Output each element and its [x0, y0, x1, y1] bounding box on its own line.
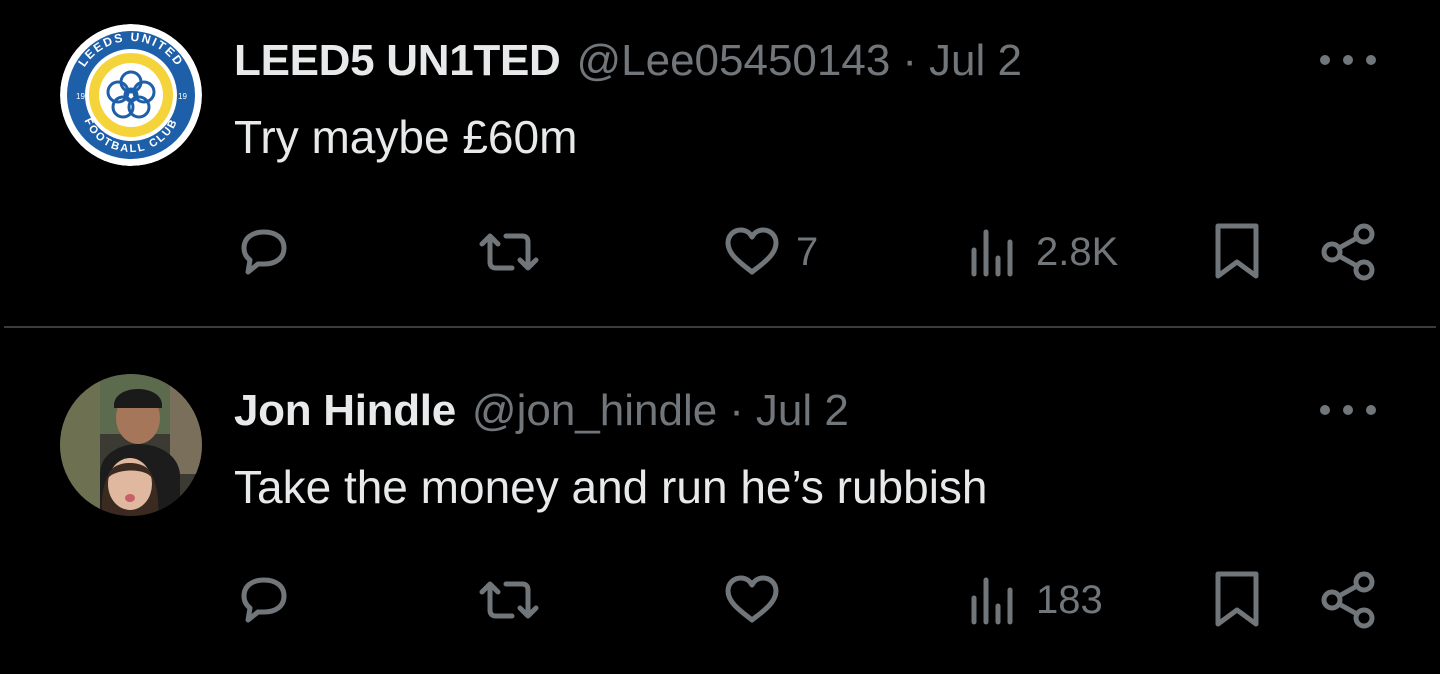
views-button[interactable]: 2.8K — [966, 222, 1118, 282]
user-handle[interactable]: @Lee05450143 — [576, 36, 890, 86]
reply-icon — [241, 229, 287, 275]
svg-text:19: 19 — [178, 92, 187, 101]
tweet-date[interactable]: Jul 2 — [929, 36, 1022, 86]
like-icon — [725, 227, 779, 275]
share-button[interactable] — [1318, 570, 1378, 630]
view-count: 183 — [1036, 577, 1103, 622]
retweet-button[interactable] — [474, 570, 558, 630]
like-button[interactable]: 7 — [722, 222, 818, 282]
profile-photo — [60, 374, 202, 516]
separator: · — [902, 36, 917, 85]
tweet[interactable]: LEEDS UNITED FOOTBALL CLUB 19 19 LEED5 U… — [0, 0, 1440, 326]
reply-icon — [241, 577, 287, 623]
reply-button[interactable] — [234, 570, 308, 630]
view-count: 2.8K — [1036, 229, 1119, 274]
tweet-text: Try maybe £60m — [234, 111, 578, 163]
user-handle[interactable]: @jon_hindle — [472, 386, 717, 436]
club-crest-image: LEEDS UNITED FOOTBALL CLUB 19 19 — [60, 24, 202, 166]
share-icon — [1321, 571, 1375, 629]
more-icon[interactable] — [1320, 400, 1376, 420]
views-button[interactable]: 183 — [966, 570, 1103, 630]
tweet[interactable]: Jon Hindle @jon_hindle · Jul 2 Take the … — [0, 330, 1440, 674]
like-count: 7 — [796, 229, 819, 274]
action-bar: 7 2.8K — [0, 222, 1440, 282]
like-icon — [725, 575, 779, 623]
like-button[interactable] — [722, 570, 796, 630]
divider — [4, 326, 1436, 328]
avatar[interactable]: LEEDS UNITED FOOTBALL CLUB 19 19 — [60, 24, 202, 166]
action-bar: 183 — [0, 570, 1440, 630]
display-name[interactable]: Jon Hindle — [234, 386, 456, 436]
tweet-text: Take the money and run he’s rubbish — [234, 461, 988, 513]
avatar[interactable] — [60, 374, 202, 516]
bookmark-button[interactable] — [1212, 570, 1262, 630]
tweet-header: Jon Hindle @jon_hindle · Jul 2 — [234, 386, 849, 436]
bookmark-icon — [1215, 571, 1259, 627]
bookmark-button[interactable] — [1212, 222, 1262, 282]
retweet-button[interactable] — [474, 222, 558, 282]
separator: · — [729, 386, 744, 435]
retweet-icon — [479, 581, 539, 619]
views-icon — [971, 577, 1013, 625]
more-icon[interactable] — [1320, 50, 1376, 70]
bookmark-icon — [1215, 223, 1259, 279]
retweet-icon — [479, 233, 539, 271]
display-name[interactable]: LEED5 UN1TED — [234, 36, 561, 86]
tweet-date[interactable]: Jul 2 — [756, 386, 849, 436]
reply-button[interactable] — [234, 222, 308, 282]
svg-text:19: 19 — [76, 92, 85, 101]
share-button[interactable] — [1318, 222, 1378, 282]
views-icon — [971, 229, 1013, 277]
share-icon — [1321, 223, 1375, 281]
tweet-header: LEED5 UN1TED @Lee05450143 · Jul 2 — [234, 36, 1022, 86]
